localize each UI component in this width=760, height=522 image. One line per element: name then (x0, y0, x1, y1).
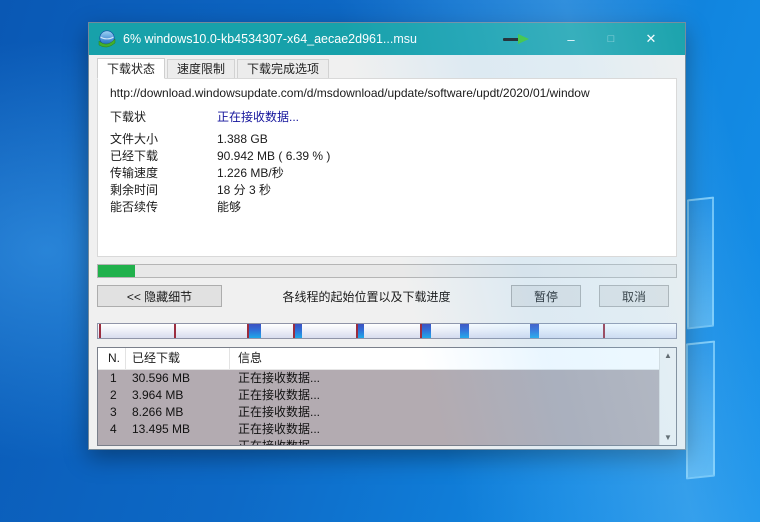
cell-info: 正在接收数据... (230, 421, 659, 438)
field-label-downloaded: 已经下载 (110, 148, 217, 165)
threads-caption: 各线程的起始位置以及下载进度 (222, 288, 511, 305)
cancel-button[interactable]: 取消 (599, 285, 669, 307)
desktop-wallpaper: 6% windows10.0-kb4534307-x64_aecae2d961.… (0, 0, 760, 522)
field-value-file-size: 1.388 GB (217, 131, 268, 148)
maximize-button[interactable]: □ (591, 23, 631, 55)
cell-n: 3 (98, 404, 126, 421)
cell-n: 1 (98, 370, 126, 387)
titlebar[interactable]: 6% windows10.0-kb4534307-x64_aecae2d961.… (89, 23, 685, 55)
field-label-transfer-rate: 传输速度 (110, 165, 217, 182)
table-row[interactable]: 1 30.596 MB 正在接收数据... (98, 370, 659, 387)
tab-download-status[interactable]: 下载状态 (97, 58, 165, 79)
column-header-info[interactable]: 信息 (230, 348, 659, 369)
windows-logo-pane (687, 197, 714, 330)
cell-info: 正在接收数据... (230, 370, 659, 387)
tab-download-complete-options[interactable]: 下载完成选项 (237, 59, 329, 78)
cell-n: 4 (98, 421, 126, 438)
column-header-n[interactable]: N. (98, 348, 126, 369)
cell-info: 正在接收数据... (230, 404, 659, 421)
field-value-transfer-rate: 1.226 MB/秒 (217, 165, 284, 182)
field-value-status: 正在接收数据... (217, 109, 299, 126)
cell-downloaded (126, 438, 230, 445)
field-value-resume-capability: 能够 (217, 199, 241, 216)
idm-download-window: 6% windows10.0-kb4534307-x64_aecae2d961.… (88, 22, 686, 450)
cell-n (98, 438, 126, 445)
cell-info: 正在接收数据... (230, 438, 659, 445)
idm-app-icon[interactable] (98, 30, 116, 48)
scroll-down-icon[interactable]: ▼ (660, 430, 676, 445)
table-row[interactable]: 3 8.266 MB 正在接收数据... (98, 404, 659, 421)
tab-strip: 下载状态 速度限制 下载完成选项 (97, 58, 677, 78)
field-value-time-left: 18 分 3 秒 (217, 182, 271, 199)
threads-table: N. 已经下载 信息 1 30.596 MB 正在接收数据... 2 3.964… (97, 347, 677, 446)
pause-button[interactable]: 暂停 (511, 285, 581, 307)
download-arrow-icon (501, 32, 535, 46)
cell-downloaded: 30.596 MB (126, 370, 230, 387)
cell-info: 正在接收数据... (230, 387, 659, 404)
progress-fill (98, 265, 135, 277)
thread-progress-bar (97, 323, 677, 339)
status-panel: http://download.windowsupdate.com/d/msdo… (97, 78, 677, 257)
download-url: http://download.windowsupdate.com/d/msdo… (110, 86, 674, 100)
table-scrollbar[interactable]: ▲ ▼ (659, 348, 676, 445)
table-row[interactable]: 正在接收数据... (98, 438, 659, 445)
tab-speed-limit[interactable]: 速度限制 (167, 59, 235, 78)
field-label-status: 下载状 (110, 109, 217, 126)
scroll-up-icon[interactable]: ▲ (660, 348, 676, 363)
minimize-button[interactable]: – (551, 23, 591, 55)
cell-n: 2 (98, 387, 126, 404)
field-label-time-left: 剩余时间 (110, 182, 217, 199)
cell-downloaded: 3.964 MB (126, 387, 230, 404)
table-row[interactable]: 2 3.964 MB 正在接收数据... (98, 387, 659, 404)
column-header-downloaded[interactable]: 已经下载 (126, 348, 230, 369)
field-label-file-size: 文件大小 (110, 131, 217, 148)
windows-logo-pane (686, 340, 715, 479)
table-header: N. 已经下载 信息 (98, 348, 659, 370)
window-title: 6% windows10.0-kb4534307-x64_aecae2d961.… (123, 32, 501, 46)
close-button[interactable]: ✕ (631, 23, 671, 55)
table-rows: 1 30.596 MB 正在接收数据... 2 3.964 MB 正在接收数据.… (98, 370, 659, 445)
progress-bar (97, 264, 677, 278)
window-body: 下载状态 速度限制 下载完成选项 http://download.windows… (89, 55, 685, 449)
hide-details-button[interactable]: << 隐藏细节 (97, 285, 222, 307)
button-row: << 隐藏细节 各线程的起始位置以及下载进度 暂停 取消 (97, 285, 677, 307)
cell-downloaded: 13.495 MB (126, 421, 230, 438)
field-label-resume-capability: 能否续传 (110, 199, 217, 216)
table-row[interactable]: 4 13.495 MB 正在接收数据... (98, 421, 659, 438)
cell-downloaded: 8.266 MB (126, 404, 230, 421)
field-value-downloaded: 90.942 MB ( 6.39 % ) (217, 148, 330, 165)
